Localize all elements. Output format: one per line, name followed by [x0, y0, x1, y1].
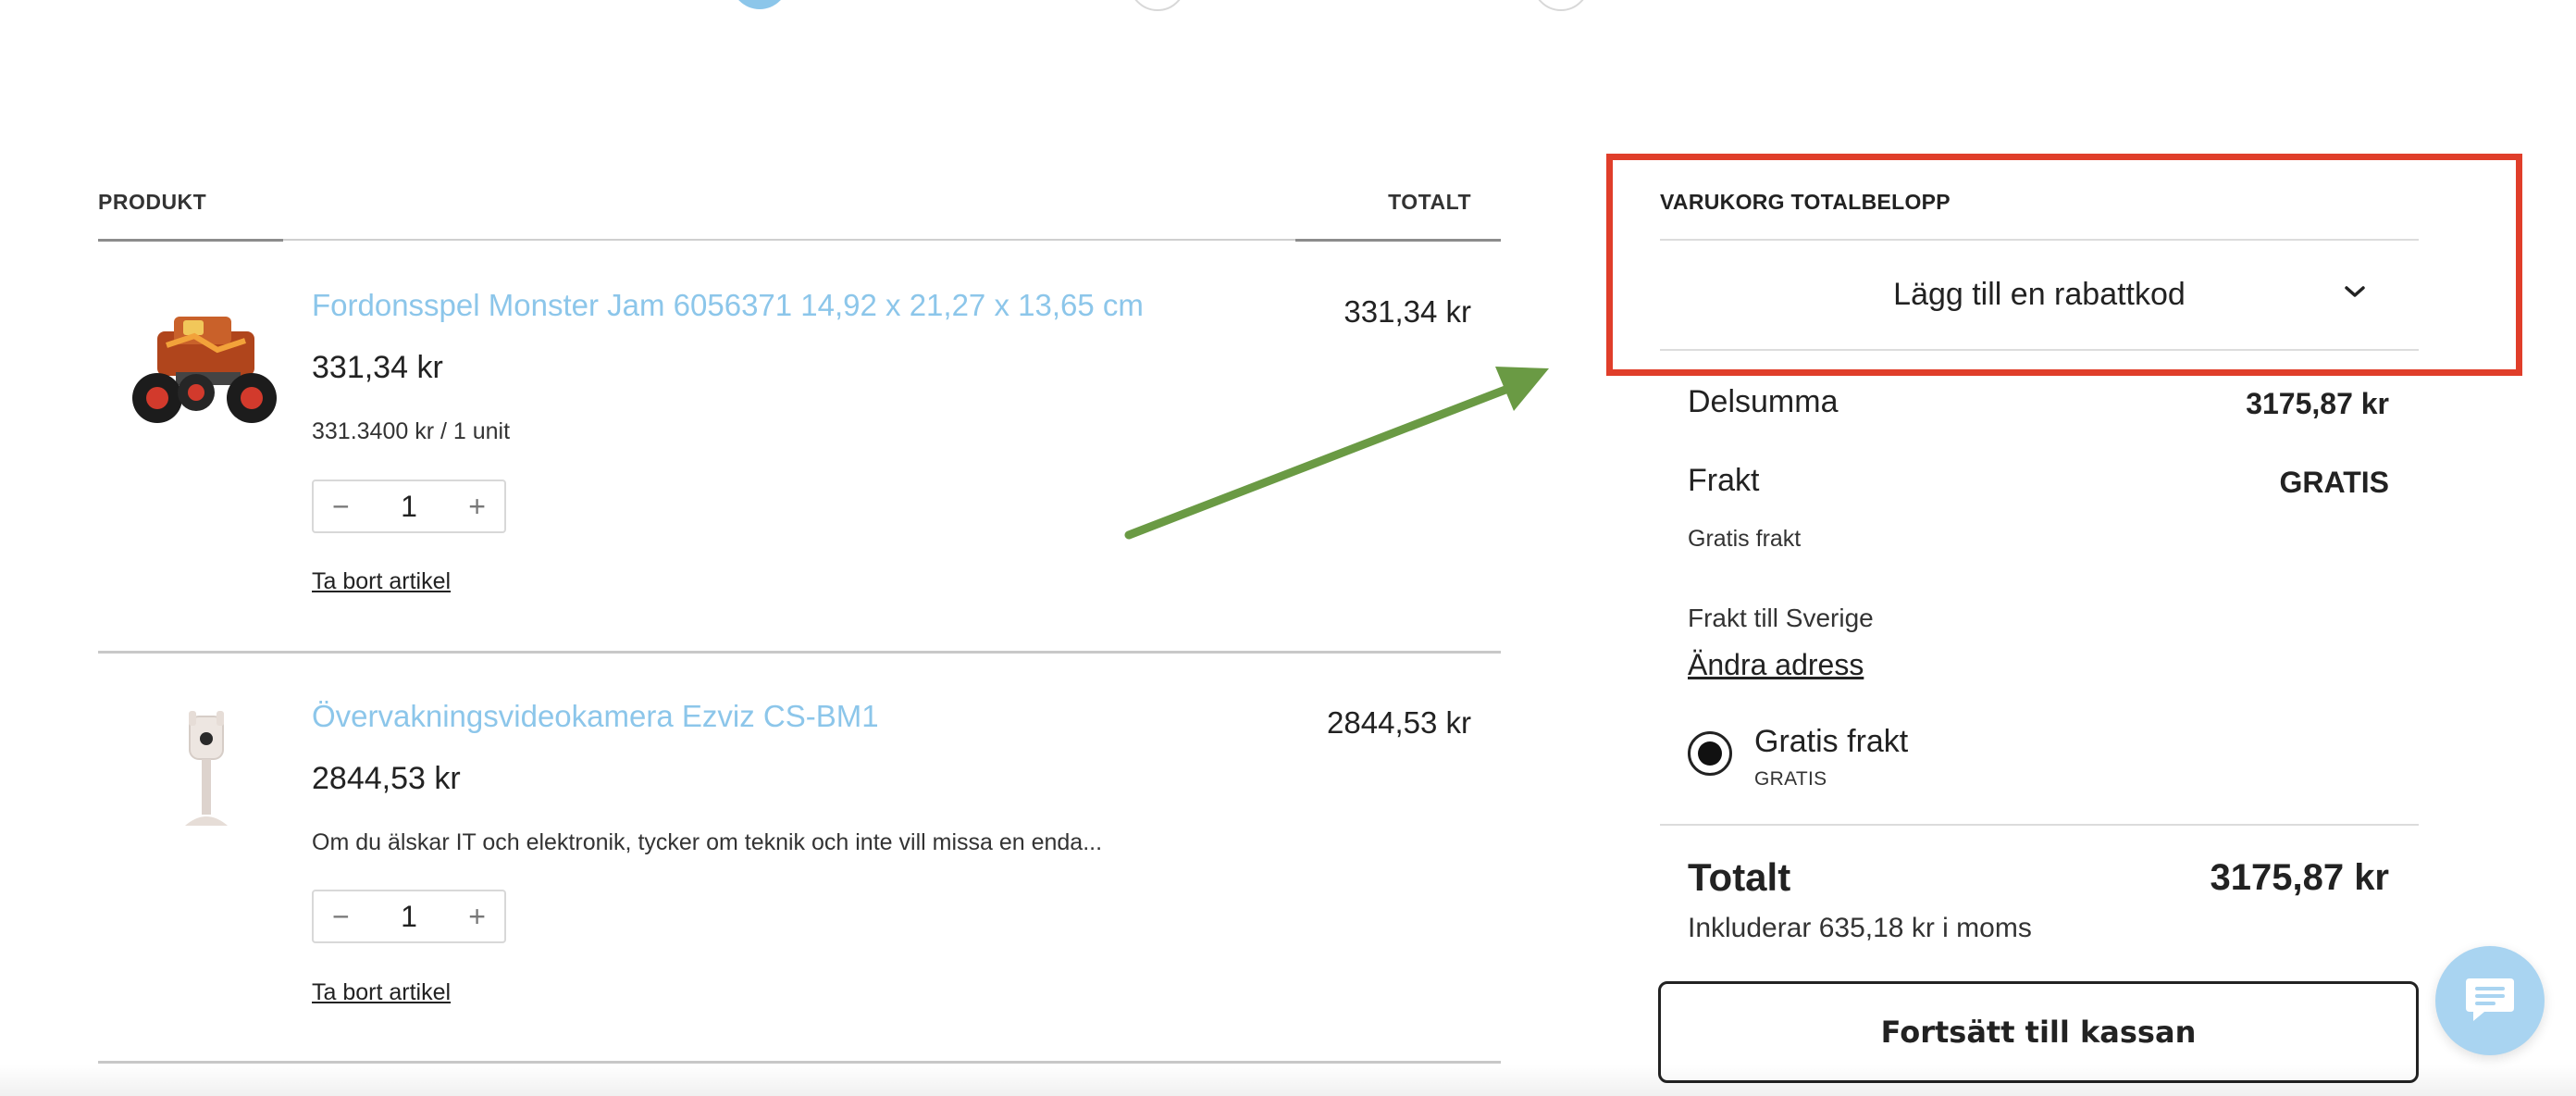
product-name-link[interactable]: Fordonsspel Monster Jam 6056371 14,92 x … — [312, 288, 1144, 323]
total-value: 3175,87 kr — [2210, 857, 2389, 898]
cart-totals-title: VARUKORG TOTALBELOPP — [1660, 190, 1951, 214]
quantity-value[interactable]: 1 — [401, 900, 417, 934]
change-address-link[interactable]: Ändra adress — [1688, 648, 1864, 682]
quantity-value[interactable]: 1 — [401, 490, 417, 524]
discount-code-toggle[interactable]: Lägg till en rabattkod — [1660, 243, 2419, 346]
checkout-button-label: Fortsätt till kassan — [1880, 1015, 2197, 1050]
column-header-product: PRODUKT — [98, 190, 207, 214]
shipping-option-label[interactable]: Gratis frakt — [1754, 724, 1908, 760]
product-description: Om du älskar IT och elektronik, tycker o… — [312, 829, 1103, 855]
increase-quantity-button[interactable]: + — [468, 492, 486, 521]
subtotal-value: 3175,87 kr — [2246, 387, 2389, 420]
baby-monitor-camera-image — [148, 704, 268, 842]
header-divider — [98, 239, 1501, 241]
shipping-label: Frakt — [1688, 463, 1760, 498]
header-divider-accent — [98, 239, 283, 242]
product-image[interactable] — [148, 704, 268, 842]
remove-item-link[interactable]: Ta bort artikel — [312, 568, 451, 595]
row-divider — [98, 1061, 1501, 1064]
chevron-down-icon — [2345, 286, 2365, 297]
annotation-arrow — [1124, 367, 1549, 540]
vat-note: Inkluderar 635,18 kr i moms — [1688, 913, 2032, 943]
progress-step-payment — [1532, 0, 1590, 11]
shipping-option-radio[interactable] — [1688, 731, 1732, 776]
subtotal-label: Delsumma — [1688, 384, 1839, 419]
quantity-stepper[interactable]: − 1 + — [312, 890, 506, 943]
row-divider — [98, 651, 1501, 654]
product-unit-price: 331.3400 kr / 1 unit — [312, 418, 511, 444]
product-image[interactable] — [130, 294, 282, 433]
header-divider-accent — [1295, 239, 1501, 242]
product-name-link[interactable]: Övervakningsvideokamera Ezviz CS-BM1 — [312, 699, 879, 734]
progress-step-cart — [731, 0, 788, 9]
increase-quantity-button[interactable]: + — [468, 902, 486, 931]
decrease-quantity-button[interactable]: − — [332, 492, 350, 521]
line-total: 331,34 kr — [1344, 294, 1471, 329]
radio-selected-dot — [1698, 741, 1722, 766]
summary-divider — [1660, 824, 2419, 826]
decrease-quantity-button[interactable]: − — [332, 902, 350, 931]
line-total: 2844,53 kr — [1327, 705, 1471, 740]
proceed-to-checkout-button[interactable]: Fortsätt till kassan — [1658, 981, 2419, 1083]
summary-divider — [1660, 239, 2419, 241]
quantity-stepper[interactable]: − 1 + — [312, 480, 506, 533]
chat-bubble-icon — [2466, 978, 2514, 1021]
shipping-value: GRATIS — [2279, 466, 2389, 499]
column-header-total: TOTALT — [1388, 190, 1471, 214]
product-price: 331,34 kr — [312, 350, 443, 385]
product-price: 2844,53 kr — [312, 761, 461, 796]
remove-item-link[interactable]: Ta bort artikel — [312, 979, 451, 1006]
chat-widget-button[interactable] — [2435, 946, 2545, 1055]
shipping-option-price: GRATIS — [1754, 768, 1827, 790]
discount-code-label: Lägg till en rabattkod — [1893, 276, 2186, 312]
summary-divider — [1660, 349, 2419, 351]
shipping-destination: Frakt till Sverige — [1688, 604, 1874, 632]
monster-truck-image — [130, 294, 282, 433]
total-label: Totalt — [1688, 855, 1791, 899]
progress-step-details — [1129, 0, 1186, 11]
shipping-note: Gratis frakt — [1688, 526, 1802, 552]
